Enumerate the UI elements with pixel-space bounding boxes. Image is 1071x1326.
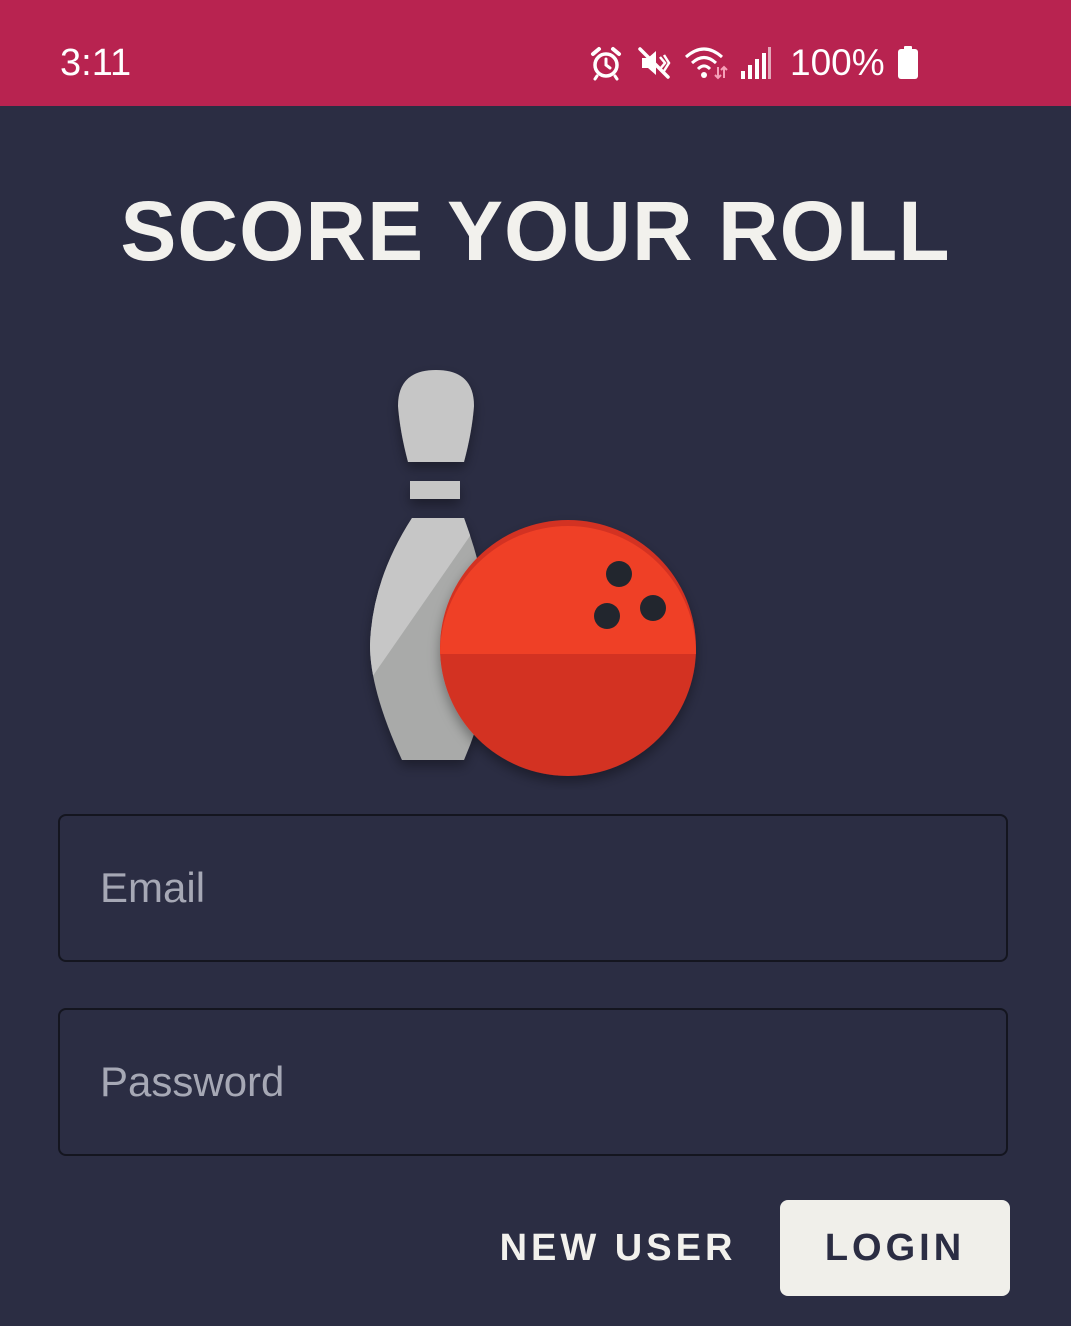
battery-icon (897, 46, 918, 79)
signal-icon (741, 47, 771, 79)
login-button[interactable]: LOGIN (780, 1200, 1010, 1296)
email-field[interactable] (60, 816, 1006, 960)
wifi-icon (685, 47, 728, 80)
email-field-container (58, 814, 1008, 962)
password-field[interactable] (60, 1010, 1006, 1154)
bowling-ball-icon (440, 520, 696, 776)
alarm-icon (591, 47, 621, 81)
status-icons: 100% (588, 40, 919, 86)
app-logo (370, 370, 696, 776)
new-user-button[interactable]: NEW USER (490, 1200, 746, 1296)
password-field-container (58, 1008, 1008, 1156)
app-title: SCORE YOUR ROLL (120, 184, 951, 278)
status-bar: 3:11 100% (0, 0, 1071, 106)
battery-percentage: 100% (790, 42, 885, 83)
status-time: 3:11 (60, 42, 132, 84)
vibrate-mute-icon (638, 47, 671, 79)
